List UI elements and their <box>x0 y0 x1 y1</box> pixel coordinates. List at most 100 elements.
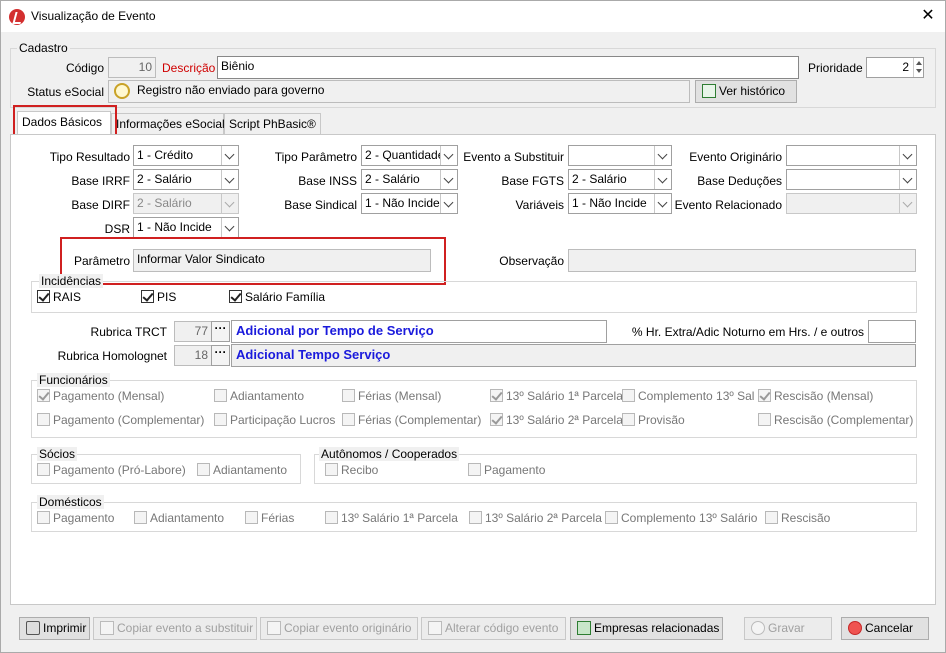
evento-relacionado-label: Evento Relacionado <box>674 198 782 212</box>
check-icon <box>490 389 503 402</box>
check-icon <box>229 290 242 303</box>
socios-pagamento-checkbox[interactable]: Pagamento (Pró-Labore) <box>37 463 186 479</box>
funcionarios-title: Funcionários <box>37 373 110 387</box>
dom-13-parcela2-checkbox[interactable]: 13º Salário 2ª Parcela <box>469 511 602 527</box>
autonomos-title: Autônomos / Cooperados <box>319 447 460 461</box>
status-clock-icon <box>114 83 130 99</box>
func-rescisao-mensal-checkbox[interactable]: Rescisão (Mensal) <box>758 389 873 405</box>
evento-original-label: Evento Originário <box>689 150 782 164</box>
base-irrf-select[interactable]: 2 - Salário <box>133 169 239 190</box>
dom-complemento-13-checkbox[interactable]: Complemento 13º Salário <box>605 511 757 527</box>
window-title: Visualização de Evento <box>31 9 156 23</box>
evento-relacionado-select <box>786 193 917 214</box>
chevron-down-icon <box>899 170 916 189</box>
dsr-select[interactable]: 1 - Não Incide <box>133 217 239 238</box>
chevron-down-icon <box>899 146 916 165</box>
check-icon <box>758 389 771 402</box>
chevron-down-icon <box>440 194 457 213</box>
copiar-evento-originario-button[interactable]: Copiar evento originário <box>260 617 418 640</box>
dom-adiantamento-checkbox[interactable]: Adiantamento <box>134 511 224 527</box>
tipo-parametro-label: Tipo Parâmetro <box>274 150 357 164</box>
dom-ferias-checkbox[interactable]: Férias <box>245 511 294 527</box>
base-inss-label: Base INSS <box>298 174 357 188</box>
printer-icon <box>26 621 40 635</box>
event-window: Visualização de Evento ✕ Cadastro Código… <box>0 0 946 653</box>
prioridade-value: 2 <box>902 60 909 74</box>
func-13-parcela1-checkbox[interactable]: 13º Salário 1ª Parcela <box>490 389 623 405</box>
close-icon[interactable]: ✕ <box>917 5 939 27</box>
autonomos-pagamento-checkbox[interactable]: Pagamento <box>468 463 545 479</box>
observacao-field[interactable] <box>568 249 916 272</box>
func-rescisao-complementar-checkbox[interactable]: Rescisão (Complementar) <box>758 413 913 429</box>
func-ferias-mensal-checkbox[interactable]: Férias (Mensal) <box>342 389 441 405</box>
rubrica-trct-code[interactable]: 77 <box>174 321 212 342</box>
func-provisao-checkbox[interactable]: Provisão <box>622 413 685 429</box>
base-dirf-select: 2 - Salário <box>133 193 239 214</box>
chevron-down-icon <box>440 170 457 189</box>
domesticos-title: Domésticos <box>37 495 104 509</box>
hr-extra-field[interactable] <box>868 320 916 343</box>
rubrica-homolognet-lookup-button[interactable]: ··· <box>211 345 230 366</box>
socios-title: Sócios <box>37 447 78 461</box>
salario-familia-checkbox[interactable]: Salário Família <box>229 290 325 306</box>
func-participacao-lucros-checkbox[interactable]: Participação Lucros <box>214 413 335 429</box>
alterar-codigo-evento-button[interactable]: Alterar código evento <box>421 617 566 640</box>
evento-substituir-select[interactable] <box>568 145 672 166</box>
dom-rescisao-checkbox[interactable]: Rescisão <box>765 511 830 527</box>
dom-pagamento-checkbox[interactable]: Pagamento <box>37 511 114 527</box>
gravar-button[interactable]: Gravar <box>744 617 832 640</box>
chevron-down-icon <box>221 194 238 213</box>
cancelar-button[interactable]: Cancelar <box>841 617 929 640</box>
prioridade-field[interactable]: 2 <box>866 57 924 78</box>
base-deducoes-select[interactable] <box>786 169 917 190</box>
prioridade-spinner-icon[interactable] <box>913 58 923 77</box>
chevron-down-icon <box>654 170 671 189</box>
copiar-evento-substituir-button[interactable]: Copiar evento a substituir <box>93 617 257 640</box>
func-pagamento-complementar-checkbox[interactable]: Pagamento (Complementar) <box>37 413 204 429</box>
codigo-label: Código <box>65 61 104 75</box>
hr-extra-label: % Hr. Extra/Adic Noturno em Hrs. / e out… <box>631 325 864 339</box>
chevron-down-icon <box>221 170 238 189</box>
tipo-resultado-label: Tipo Resultado <box>49 150 130 164</box>
cancel-icon <box>848 621 862 635</box>
chevron-down-icon <box>899 194 916 213</box>
ver-historico-button[interactable]: Ver histórico <box>695 80 797 103</box>
status-esocial-field: Registro não enviado para governo <box>108 80 690 103</box>
func-pagamento-mensal-checkbox[interactable]: Pagamento (Mensal) <box>37 389 164 405</box>
evento-original-select[interactable] <box>786 145 917 166</box>
dom-13-parcela1-checkbox[interactable]: 13º Salário 1ª Parcela <box>325 511 458 527</box>
rais-checkbox[interactable]: RAIS <box>37 290 81 306</box>
base-dirf-label: Base DIRF <box>71 198 130 212</box>
tipo-parametro-select[interactable]: 2 - Quantidade <box>361 145 458 166</box>
variaveis-label: Variáveis <box>515 198 564 212</box>
func-complemento-13-checkbox[interactable]: Complemento 13º Sal <box>622 389 754 405</box>
status-esocial-label: Status eSocial <box>27 85 104 99</box>
func-ferias-complementar-checkbox[interactable]: Férias (Complementar) <box>342 413 481 429</box>
rubrica-homolognet-label: Rubrica Homolognet <box>57 349 167 363</box>
tab-informacoes-esocial[interactable]: Informações eSocial <box>111 113 225 135</box>
codigo-field[interactable]: 10 <box>108 57 156 78</box>
companies-icon <box>577 621 591 635</box>
observacao-label: Observação <box>499 254 564 268</box>
imprimir-button[interactable]: Imprimir <box>19 617 90 640</box>
rubrica-homolognet-code[interactable]: 18 <box>174 345 212 366</box>
tipo-resultado-select[interactable]: 1 - Crédito <box>133 145 239 166</box>
chevron-down-icon <box>440 146 457 165</box>
base-inss-select[interactable]: 2 - Salário <box>361 169 458 190</box>
descricao-field[interactable]: Biênio <box>217 56 799 79</box>
base-fgts-select[interactable]: 2 - Salário <box>568 169 672 190</box>
autonomos-recibo-checkbox[interactable]: Recibo <box>325 463 378 479</box>
variaveis-select[interactable]: 1 - Não Incide <box>568 193 672 214</box>
tab-script-phbasic[interactable]: Script PhBasic® <box>224 113 321 135</box>
rubrica-trct-lookup-button[interactable]: ··· <box>211 321 230 342</box>
pis-checkbox[interactable]: PIS <box>141 290 176 306</box>
copy-icon <box>100 621 114 635</box>
incidencias-title: Incidências <box>39 274 104 288</box>
empresas-relacionadas-button[interactable]: Empresas relacionadas <box>570 617 723 640</box>
descricao-label: Descrição <box>162 61 216 75</box>
func-13-parcela2-checkbox[interactable]: 13º Salário 2ª Parcela <box>490 413 623 429</box>
base-sindical-select[interactable]: 1 - Não Incide <box>361 193 458 214</box>
app-logo-icon <box>9 9 25 25</box>
socios-adiantamento-checkbox[interactable]: Adiantamento <box>197 463 287 479</box>
func-adiantamento-checkbox[interactable]: Adiantamento <box>214 389 304 405</box>
